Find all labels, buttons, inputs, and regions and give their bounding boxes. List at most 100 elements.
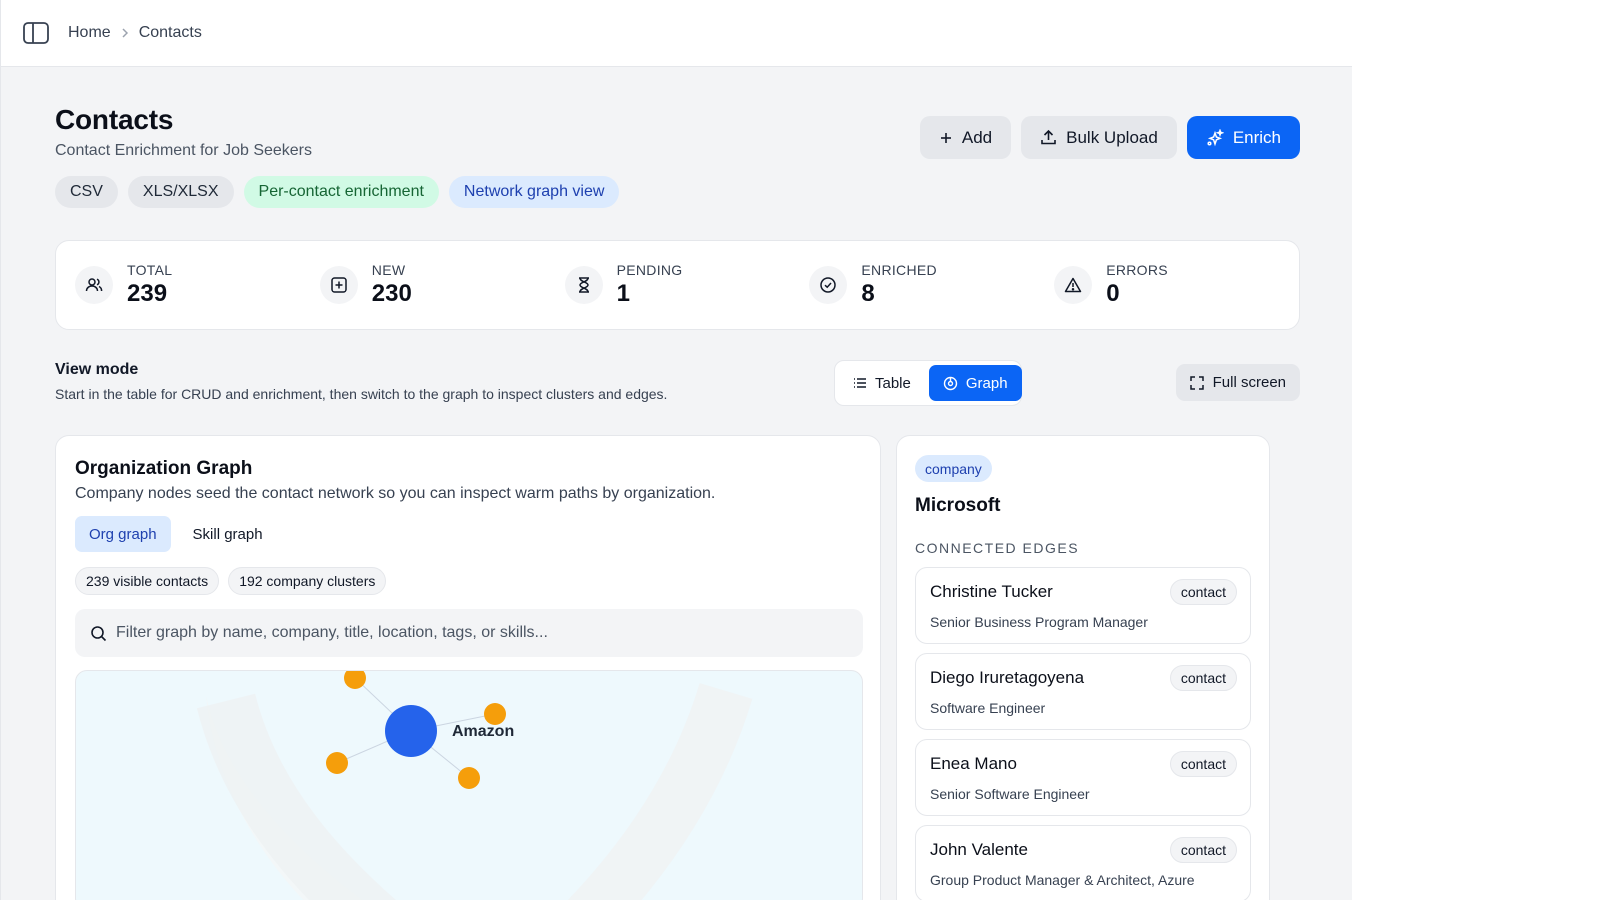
breadcrumb-current: Contacts [138, 24, 202, 41]
edge-title: Software Engineer [930, 700, 1046, 716]
stat-new: NEW 230 [319, 262, 565, 308]
graph-shadow-band-left-inner [196, 693, 396, 900]
stat-new-value: 230 [371, 280, 412, 307]
edge-name: Enea Mano [930, 754, 1017, 773]
plus-icon [940, 132, 951, 143]
page-header: Contacts Contact Enrichment for Job Seek… [55, 104, 1300, 208]
graph-search-input[interactable] [116, 624, 836, 642]
stat-errors: ERRORS 0 [1054, 262, 1299, 308]
search-icon [91, 625, 107, 641]
top-bar: Home Contacts [1, 0, 1352, 67]
enrich-button-label: Enrich [1232, 127, 1281, 147]
stat-errors-value: 0 [1106, 280, 1120, 307]
add-button[interactable]: Add [919, 116, 1012, 159]
chip-enrichment: Per-contact enrichment [243, 176, 439, 208]
graph-search [75, 609, 863, 657]
check-circle-icon [809, 266, 848, 304]
stat-pending-label: PENDING [616, 262, 683, 278]
add-button-label: Add [961, 127, 993, 147]
view-mode-description: Start in the table for CRUD and enrichme… [55, 386, 668, 402]
app-window: Home Contacts Contacts Contact Enrichmen… [0, 0, 1352, 900]
list-item[interactable]: Christine Tucker Senior Business Program… [915, 567, 1251, 644]
contact-node[interactable] [344, 671, 366, 689]
list-icon [854, 378, 866, 388]
graph-description: Company nodes seed the contact network s… [75, 485, 716, 502]
stat-total-value: 239 [127, 280, 168, 307]
connected-edges-list: Christine Tucker Senior Business Program… [915, 567, 1251, 900]
connected-edges-heading: CONNECTED EDGES [915, 540, 1080, 556]
table-view-label: Table [875, 374, 911, 392]
view-mode-title: View mode [55, 361, 139, 378]
sidebar-toggle-icon[interactable] [22, 21, 49, 45]
contact-node[interactable] [326, 752, 348, 774]
full-screen-label: Full screen [1212, 374, 1286, 391]
graph-view-button[interactable]: Graph [928, 365, 1022, 401]
edge-title: Senior Software Engineer [930, 786, 1090, 802]
node-type-chip: company [915, 455, 992, 482]
visible-contacts-badge: 239 visible contacts [75, 567, 220, 595]
network-graph[interactable]: Amazon [76, 671, 863, 900]
expand-icon [1189, 375, 1204, 390]
stats-panel: TOTAL 239 NEW 230 PENDING 1 ENRICHED 8 E… [55, 240, 1300, 330]
breadcrumb: Home Contacts [68, 24, 202, 42]
company-clusters-badge: 192 company clusters [228, 567, 387, 595]
upload-icon [1041, 129, 1056, 145]
company-node[interactable] [385, 705, 437, 757]
bulk-upload-button[interactable]: Bulk Upload [1021, 116, 1177, 159]
plus-square-icon [319, 266, 358, 304]
table-view-button[interactable]: Table [839, 365, 925, 401]
tab-org-graph[interactable]: Org graph [75, 516, 171, 552]
breadcrumb-home[interactable]: Home [68, 24, 111, 42]
edge-name: Christine Tucker [930, 582, 1053, 601]
graph-canvas[interactable]: Amazon [75, 670, 863, 900]
graph-icon [943, 376, 958, 390]
view-mode-toggle: Table Graph [834, 360, 1022, 406]
warning-triangle-icon [1054, 266, 1093, 304]
list-item[interactable]: Enea Mano Senior Software Engineer conta… [915, 739, 1251, 816]
edge-title: Senior Business Program Manager [930, 614, 1148, 630]
chip-network-graph: Network graph view [448, 176, 620, 208]
edge-name: John Valente [930, 840, 1028, 859]
contact-node[interactable] [484, 703, 506, 725]
users-icon [75, 266, 113, 304]
list-item[interactable]: Diego Iruretagoyena Software Engineer co… [915, 653, 1251, 730]
edge-title: Group Product Manager & Architect, Azure [930, 872, 1195, 888]
stat-pending-value: 1 [616, 280, 630, 307]
full-screen-button[interactable]: Full screen [1175, 364, 1300, 401]
list-item[interactable]: John Valente Group Product Manager & Arc… [915, 825, 1251, 900]
graph-tabs: Org graph Skill graph [75, 516, 277, 552]
edge-name: Diego Iruretagoyena [930, 668, 1085, 687]
edge-type-badge: contact [1169, 665, 1237, 691]
stat-new-label: NEW [371, 262, 406, 278]
stat-enriched-value: 8 [861, 280, 875, 307]
sparkles-icon [1207, 128, 1224, 146]
hourglass-icon [564, 266, 603, 304]
stat-enriched-label: ENRICHED [861, 262, 937, 278]
feature-chips: CSV XLS/XLSX Per-contact enrichment Netw… [55, 176, 1300, 208]
detail-panel: company Microsoft CONNECTED EDGES Christ… [896, 435, 1270, 900]
detail-title: Microsoft [915, 495, 1001, 516]
graph-shadow-band-right [567, 682, 753, 900]
company-node-label: Amazon [452, 723, 514, 740]
tab-skill-graph[interactable]: Skill graph [179, 516, 277, 552]
enrich-button[interactable]: Enrich [1186, 116, 1300, 159]
graph-view-label: Graph [965, 374, 1008, 392]
edge-type-badge: contact [1169, 579, 1237, 605]
header-actions: Add Bulk Upload Enrich [919, 116, 1300, 159]
stat-pending: PENDING 1 [564, 262, 810, 308]
stat-total-label: TOTAL [127, 262, 173, 278]
stat-errors-label: ERRORS [1106, 262, 1168, 278]
bulk-upload-label: Bulk Upload [1066, 127, 1158, 147]
contact-node[interactable] [458, 767, 480, 789]
organization-graph-card: Organization Graph Company nodes seed th… [55, 435, 881, 900]
graph-badges: 239 visible contacts 192 company cluster… [75, 567, 387, 595]
chip-xlsx: XLS/XLSX [127, 176, 234, 208]
stat-enriched: ENRICHED 8 [809, 262, 1054, 308]
chip-csv: CSV [55, 176, 118, 208]
edge-type-badge: contact [1169, 837, 1237, 863]
stat-total: TOTAL 239 [75, 262, 320, 308]
chevron-right-icon [121, 27, 129, 39]
graph-title: Organization Graph [75, 458, 253, 479]
edge-type-badge: contact [1169, 751, 1237, 777]
view-mode-section: View mode Start in the table for CRUD an… [55, 360, 1300, 410]
